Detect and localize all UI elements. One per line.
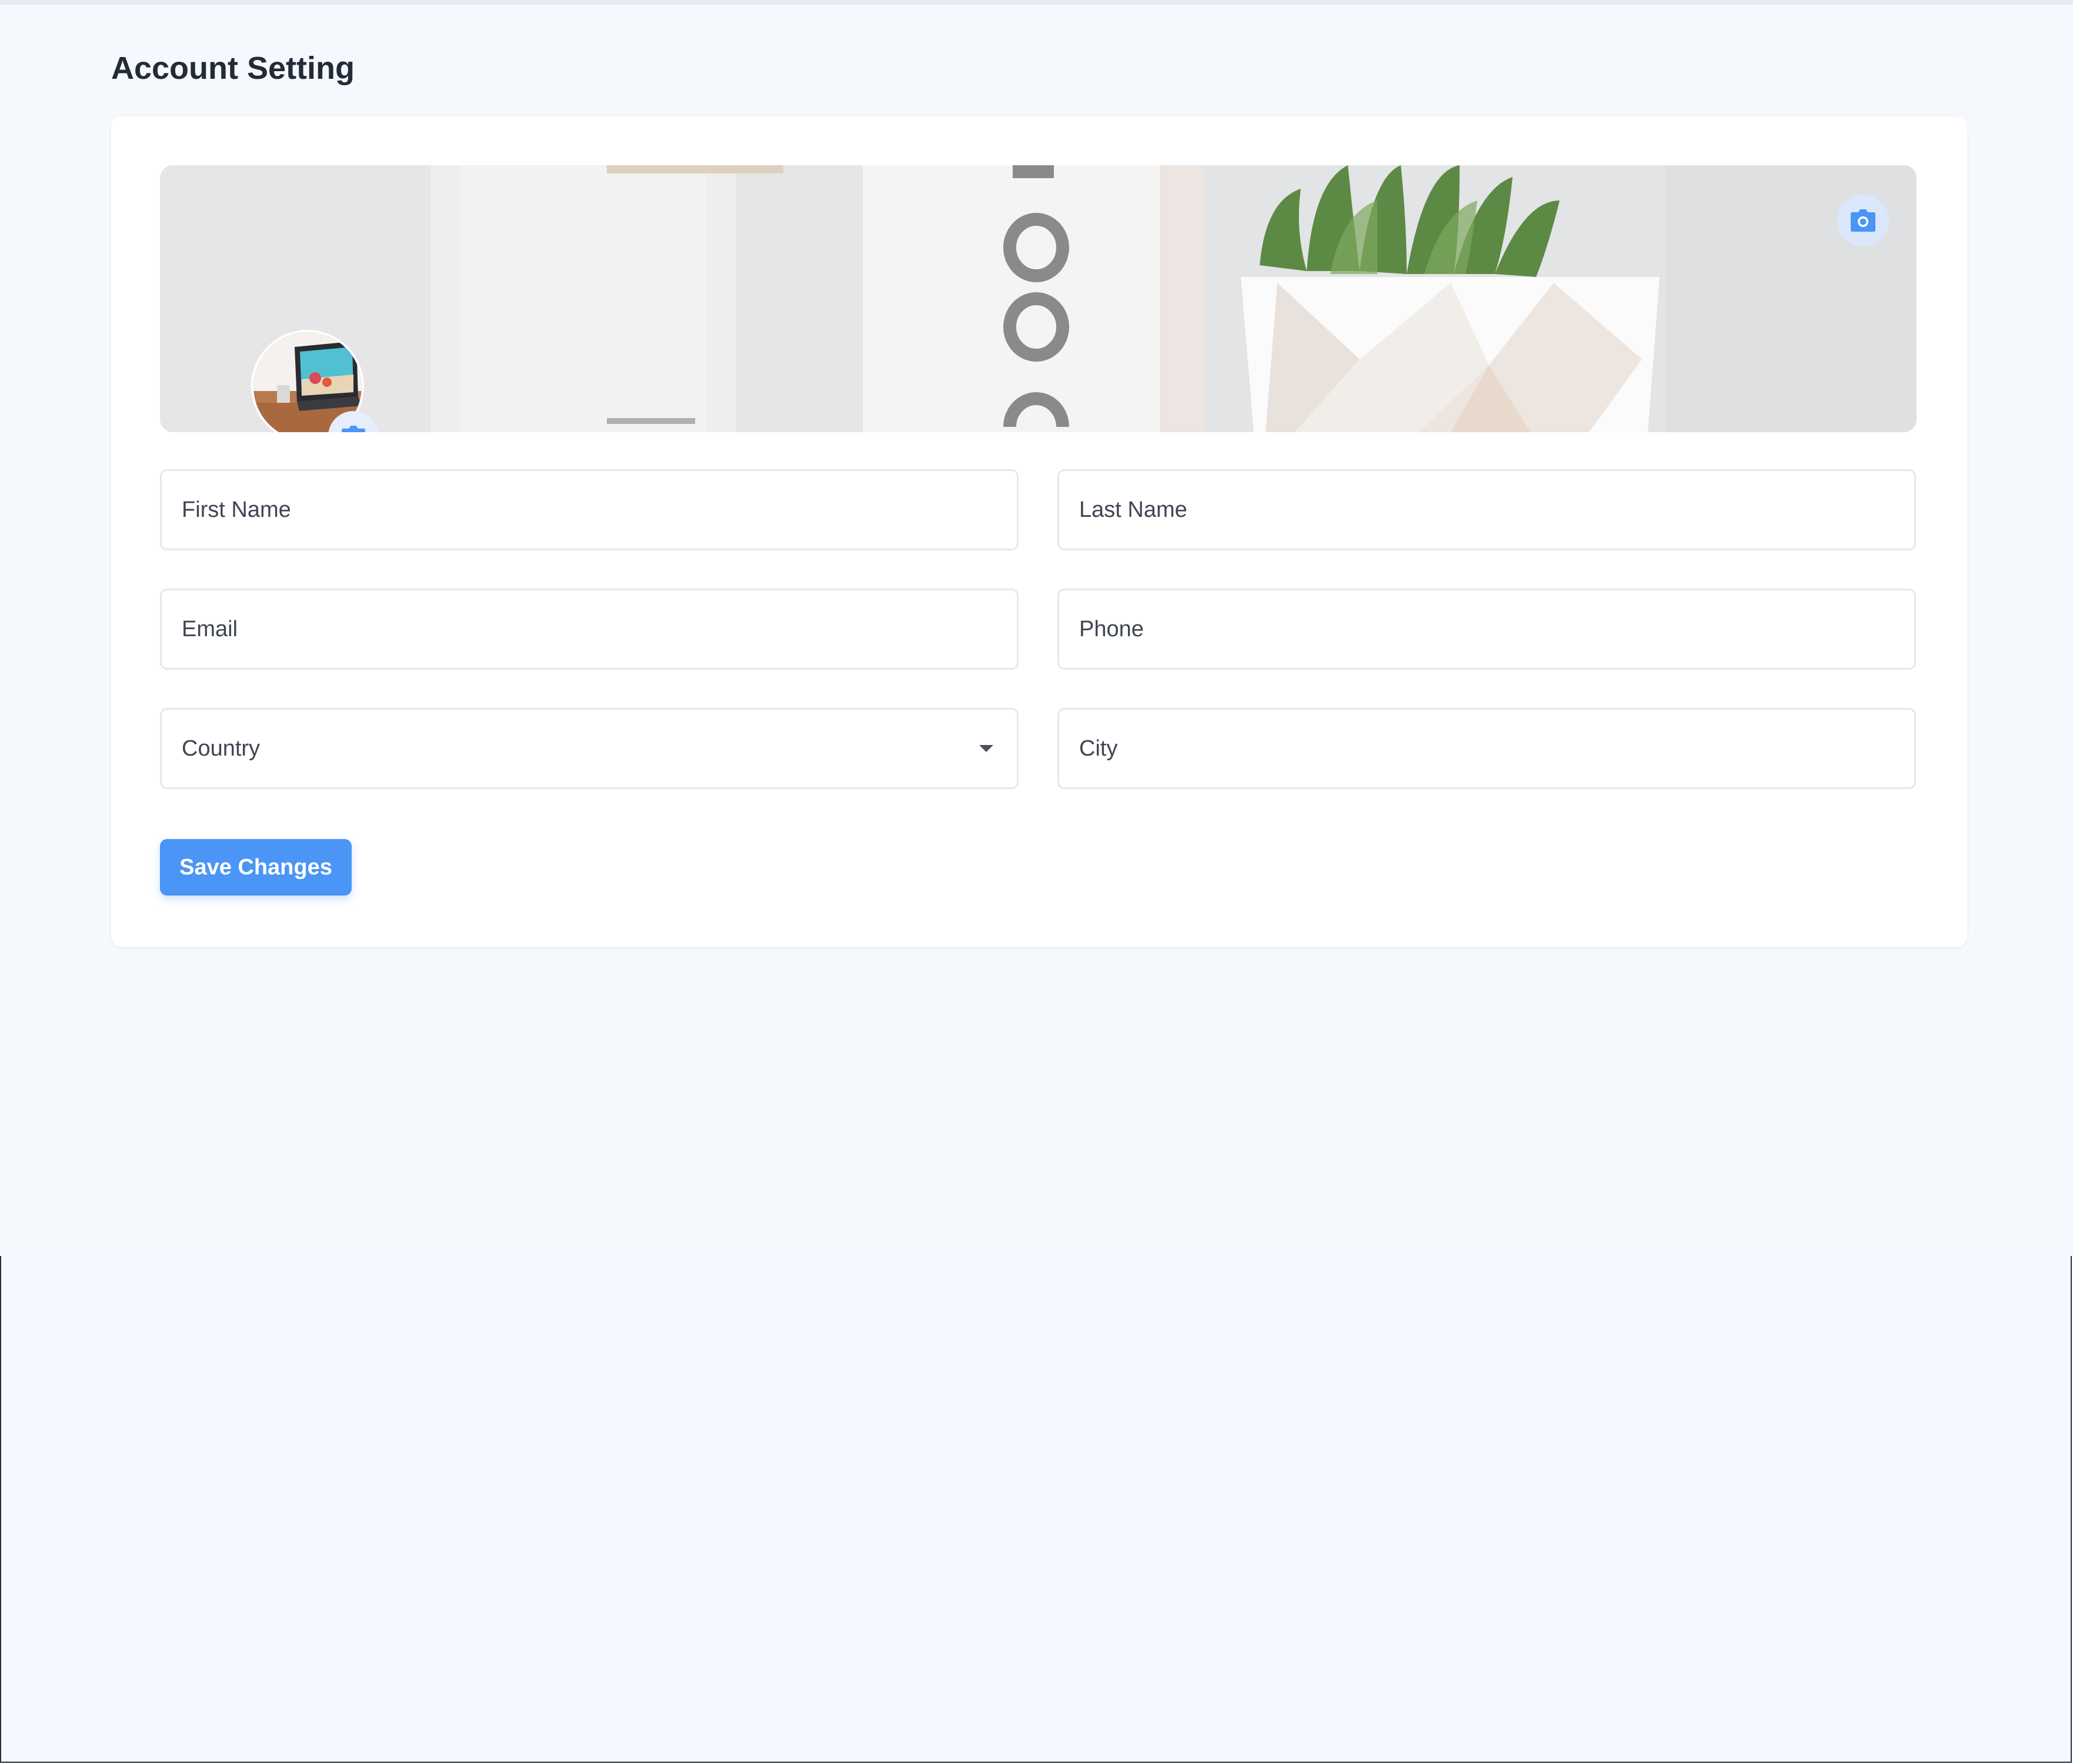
last-name-input[interactable] (1059, 471, 1914, 549)
top-edge-shadow (0, 0, 2073, 5)
city-field (1057, 708, 1916, 789)
save-changes-button[interactable]: Save Changes (160, 839, 352, 896)
last-name-field (1057, 469, 1916, 550)
country-select-value: Country (182, 736, 261, 761)
country-select[interactable]: Country (160, 708, 1019, 789)
phone-input[interactable] (1059, 590, 1914, 668)
account-settings-card: Country Save Changes (111, 116, 1967, 947)
cover-photo (160, 165, 1917, 432)
first-name-input[interactable] (162, 471, 1017, 549)
first-name-field (160, 469, 1019, 550)
cover-camera-button[interactable] (1837, 195, 1889, 246)
chevron-down-icon (979, 745, 993, 752)
camera-icon (1851, 209, 1875, 232)
email-input[interactable] (162, 590, 1017, 668)
city-input[interactable] (1059, 710, 1914, 787)
email-field (160, 589, 1019, 670)
cover-photo-image (160, 165, 1917, 432)
camera-icon (342, 425, 365, 432)
lower-viewport-frame (0, 1256, 2072, 1763)
page-title: Account Setting (111, 51, 355, 86)
phone-field (1057, 589, 1916, 670)
